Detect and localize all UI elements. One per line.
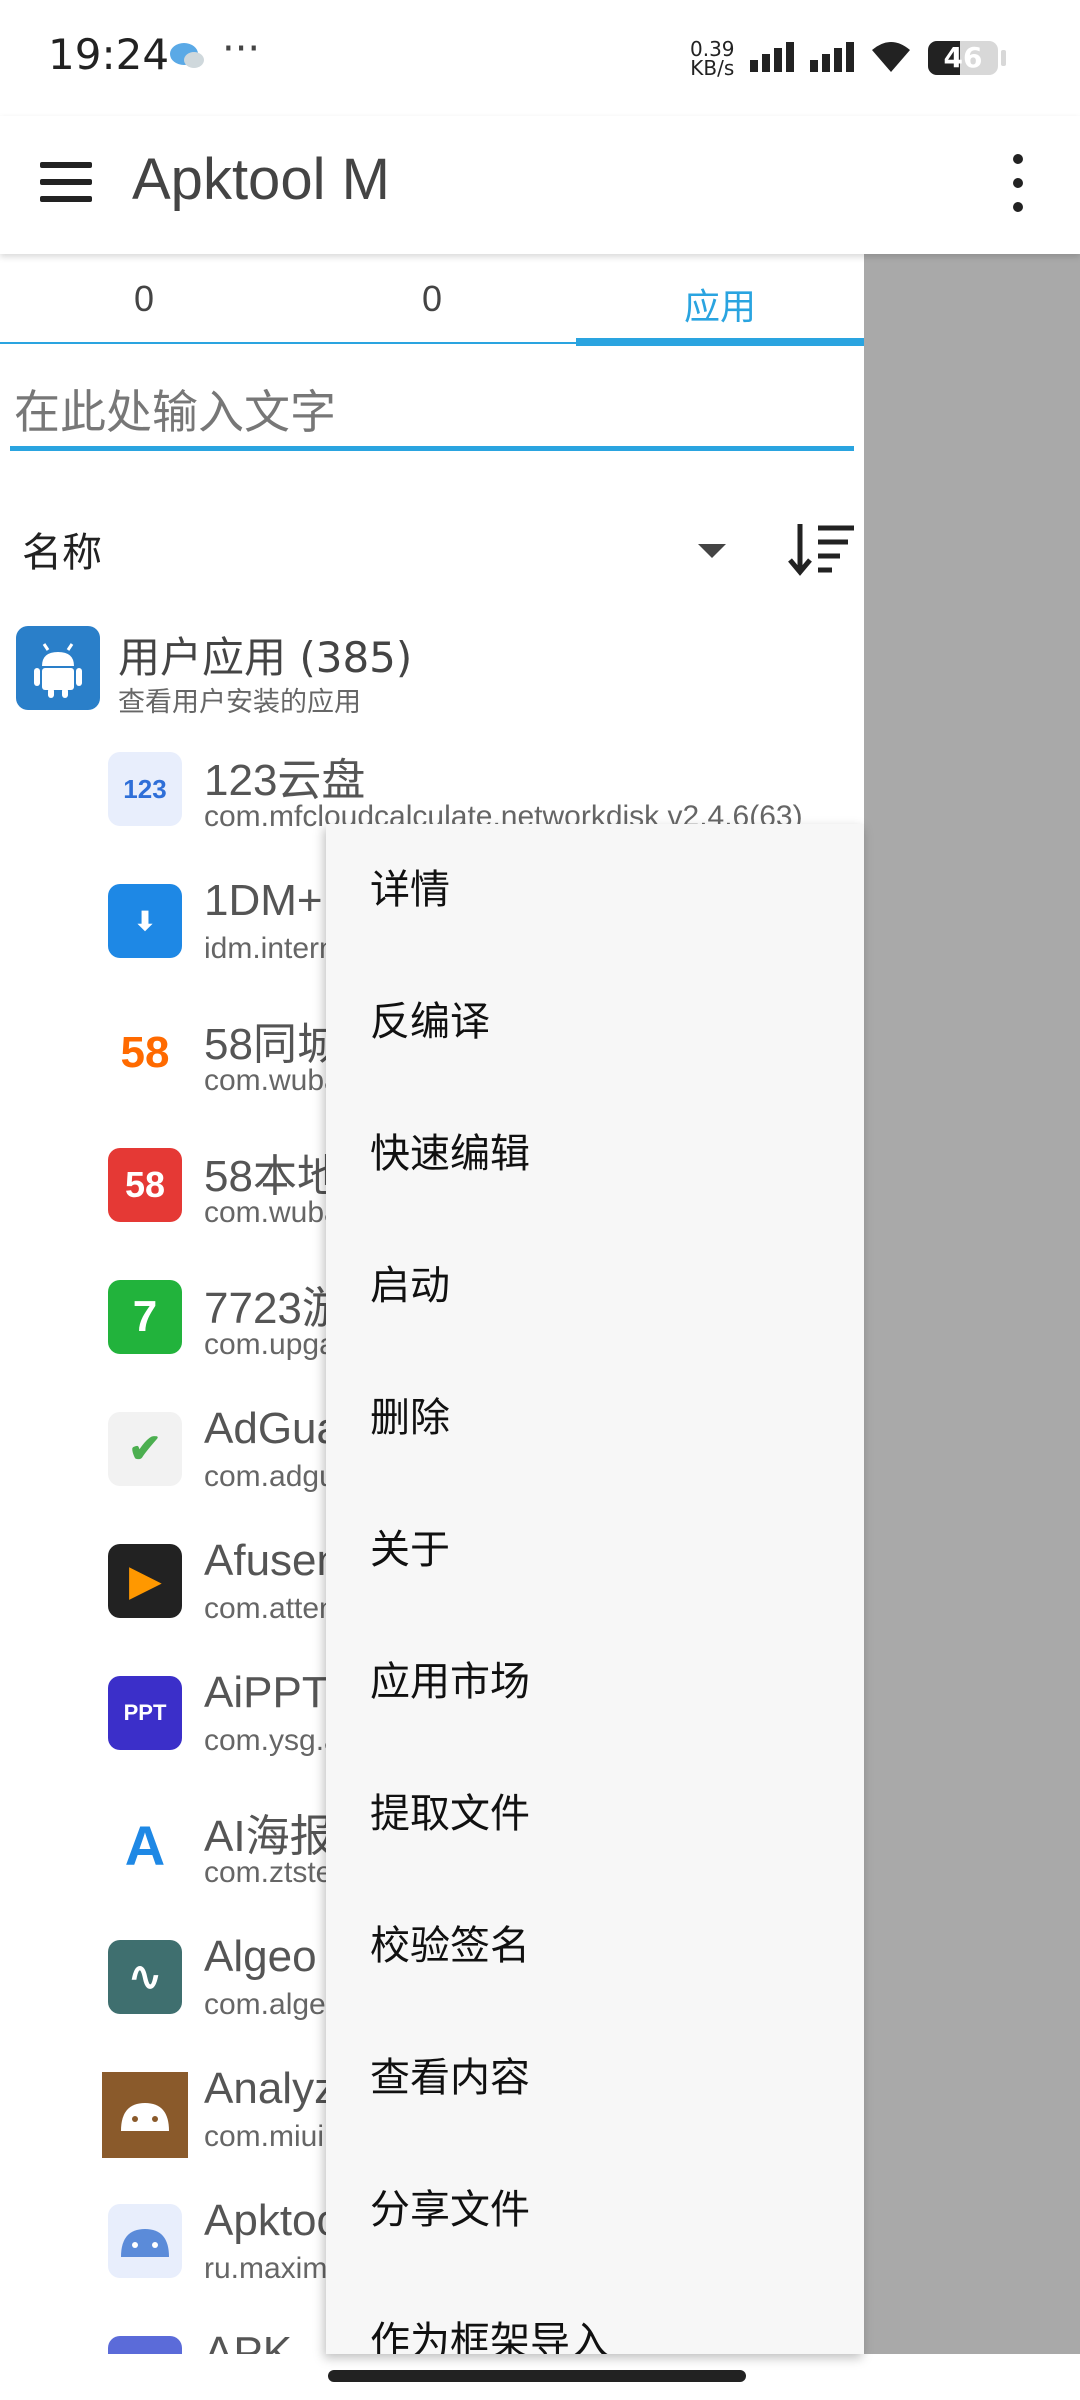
android-icon xyxy=(16,626,100,710)
sort-row: 名称 xyxy=(0,504,864,594)
download-cloud-icon: ⬇ xyxy=(108,884,182,958)
android-robot-icon xyxy=(102,2072,188,2158)
more-notifications-icon: ··· xyxy=(222,26,261,72)
app-bar: Apktool M xyxy=(0,116,1080,254)
menu-item-launch[interactable]: 启动 xyxy=(326,1220,864,1352)
dropdown-arrow-icon[interactable] xyxy=(698,544,726,558)
user-apps-group[interactable]: 用户应用 (385) 查看用户安装的应用 xyxy=(0,614,864,718)
letter-a-icon: A xyxy=(108,1808,182,1882)
battery-tip xyxy=(1001,50,1006,66)
group-subtitle: 查看用户安装的应用 xyxy=(118,687,361,718)
search-input[interactable] xyxy=(10,374,854,450)
tab-apps[interactable]: 应用 xyxy=(576,278,864,330)
sine-wave-icon: ∿ xyxy=(108,1940,182,2014)
app-name: 123云盘 xyxy=(204,756,366,805)
battery-icon: 46 xyxy=(928,41,998,75)
menu-item-import-framework[interactable]: 作为框架导入 xyxy=(326,2276,864,2354)
menu-item-view-contents[interactable]: 查看内容 xyxy=(326,2012,864,2144)
menu-item-share-file[interactable]: 分享文件 xyxy=(326,2144,864,2276)
group-title: 用户应用 (385) xyxy=(118,633,413,682)
scrim[interactable] xyxy=(864,254,1080,2354)
tab-indicator xyxy=(576,338,864,346)
app-name: 1DM+ xyxy=(204,876,323,925)
battery-level: 46 xyxy=(943,41,983,74)
58-local-icon: 58 xyxy=(108,1148,182,1222)
menu-item-verify-signature[interactable]: 校验签名 xyxy=(326,1880,864,2012)
7723-icon: 7 xyxy=(108,1280,182,1354)
network-speed: 0.39 KB/s xyxy=(690,39,735,80)
menu-item-delete[interactable]: 删除 xyxy=(326,1352,864,1484)
menu-item-about[interactable]: 关于 xyxy=(326,1484,864,1616)
app-name: AiPPT xyxy=(204,1668,329,1717)
sort-field-select[interactable]: 名称 xyxy=(22,520,102,578)
menu-item-quick-edit[interactable]: 快速编辑 xyxy=(326,1088,864,1220)
tab-1[interactable]: 0 xyxy=(288,278,576,320)
123-cloud-icon: 123 xyxy=(108,752,182,826)
app-name: 58同城 xyxy=(204,1020,341,1069)
play-triangle-icon: ▶ xyxy=(108,1544,182,1618)
sort-order-icon[interactable] xyxy=(786,518,856,578)
context-menu: 详情 反编译 快速编辑 启动 删除 关于 应用市场 提取文件 校验签名 查看内容… xyxy=(326,824,864,2354)
home-indicator[interactable] xyxy=(328,2370,746,2382)
ppt-icon: PPT xyxy=(108,1676,182,1750)
app-name: Algeo xyxy=(204,1932,317,1981)
menu-item-decompile[interactable]: 反编译 xyxy=(326,956,864,1088)
search-box xyxy=(10,374,854,456)
status-bar: 19:24 ··· 0.39 KB/s 46 xyxy=(0,0,1080,116)
menu-item-extract-files[interactable]: 提取文件 xyxy=(326,1748,864,1880)
app-name: 58本地 xyxy=(204,1152,341,1201)
search-underline xyxy=(10,446,854,451)
signal-icon xyxy=(750,42,794,72)
signal-icon-2 xyxy=(810,42,854,72)
status-time: 19:24 xyxy=(48,30,170,79)
menu-item-details[interactable]: 详情 xyxy=(326,824,864,956)
shield-check-icon: ✔ xyxy=(108,1412,182,1486)
tab-0[interactable]: 0 xyxy=(0,278,288,320)
chat-bubble-icon xyxy=(170,43,204,68)
menu-item-app-market[interactable]: 应用市场 xyxy=(326,1616,864,1748)
app-title: Apktool M xyxy=(132,147,390,212)
app-package: com.wuba xyxy=(204,1064,341,1097)
app-name: AI海报 xyxy=(204,1812,334,1861)
network-speed-unit: KB/s xyxy=(690,56,735,80)
58-icon: 58 xyxy=(108,1016,182,1090)
wifi-icon xyxy=(872,42,910,72)
tab-bar: 0 0 应用 xyxy=(0,254,864,346)
more-vert-icon[interactable] xyxy=(1010,154,1026,214)
hamburger-menu-icon[interactable] xyxy=(40,162,92,202)
android-gear-icon xyxy=(108,2204,182,2278)
